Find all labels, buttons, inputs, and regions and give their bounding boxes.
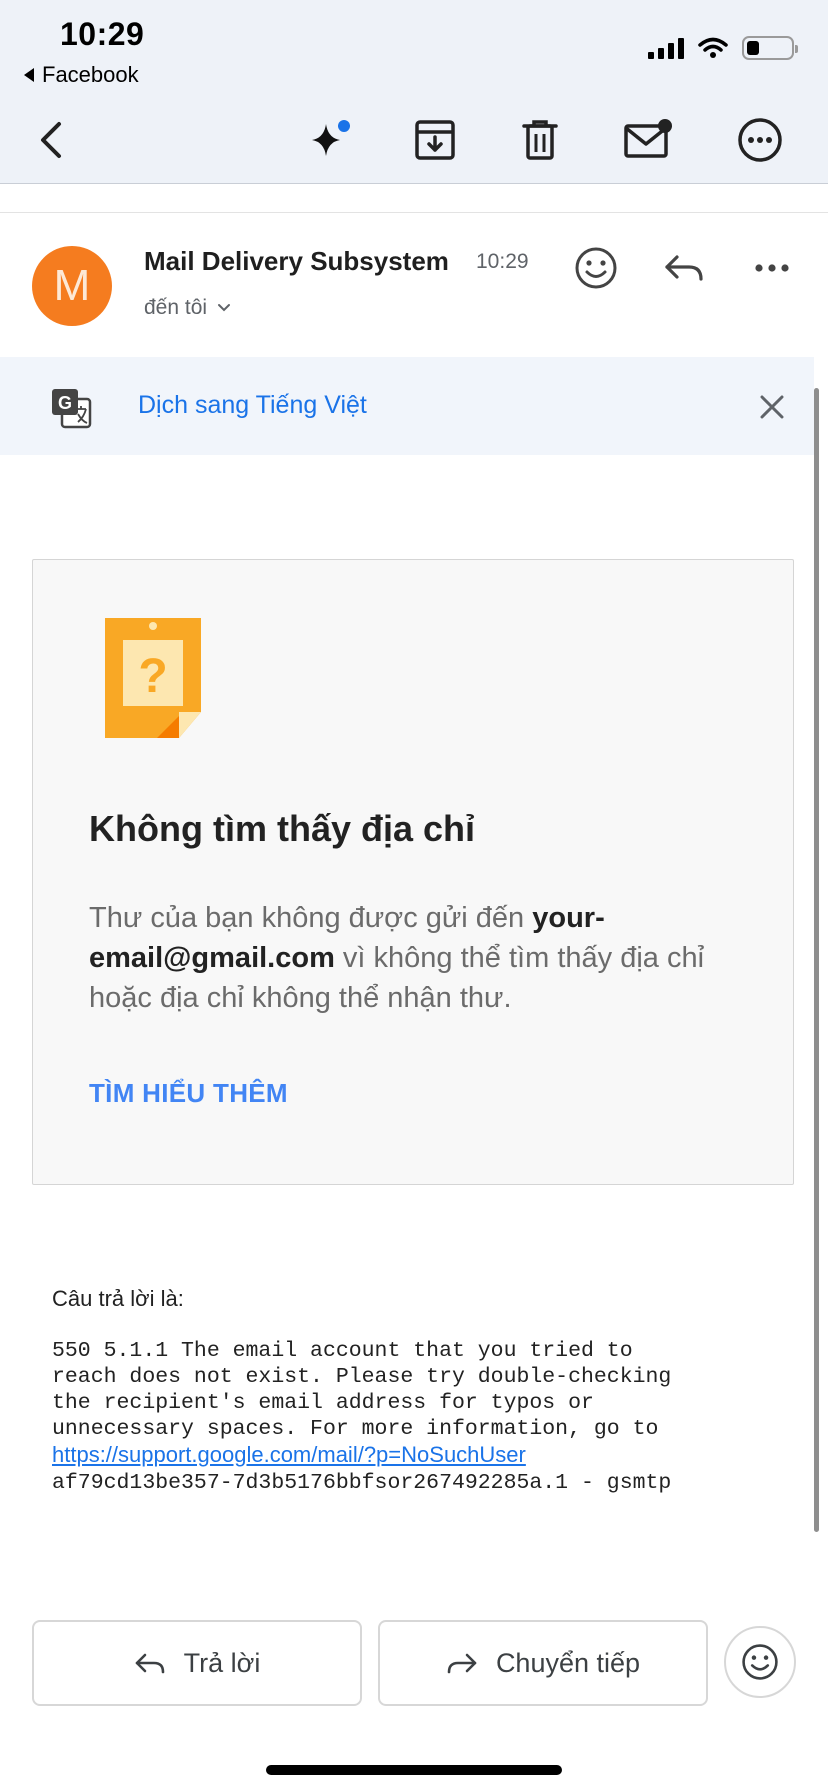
wifi-icon bbox=[698, 37, 728, 58]
sparkle-icon bbox=[312, 120, 350, 156]
message-time: 10:29 bbox=[476, 250, 529, 273]
recipient-details-toggle[interactable]: đến tôi bbox=[144, 296, 231, 320]
reply-icon bbox=[665, 255, 703, 281]
card-title: Không tìm thấy địa chỉ bbox=[89, 808, 476, 849]
forward-icon bbox=[447, 1653, 477, 1674]
more-horizontal-icon bbox=[755, 264, 789, 272]
sender-avatar[interactable]: M bbox=[32, 246, 112, 326]
battery-icon bbox=[742, 36, 798, 60]
message-more-button[interactable] bbox=[744, 240, 800, 296]
top-bar: 10:29 Facebook bbox=[0, 0, 828, 184]
back-chevron-icon bbox=[41, 122, 61, 158]
back-button[interactable] bbox=[22, 110, 82, 170]
mark-unread-button[interactable] bbox=[618, 110, 678, 170]
forward-label: Chuyển tiếp bbox=[495, 1647, 641, 1678]
trash-icon bbox=[522, 120, 558, 160]
svg-text:G: G bbox=[58, 393, 72, 413]
chevron-down-icon bbox=[218, 304, 231, 312]
close-icon bbox=[760, 395, 784, 419]
home-indicator[interactable] bbox=[266, 1765, 562, 1775]
reply-icon bbox=[135, 1653, 164, 1674]
learn-more-link[interactable]: TÌM HIỂU THÊM bbox=[89, 1078, 288, 1109]
translate-icon: G bbox=[50, 387, 92, 434]
card-body: Thư của bạn không được gửi đến your-emai… bbox=[89, 898, 749, 1018]
sender-name: Mail Delivery Subsystem bbox=[144, 246, 449, 276]
status-time: 10:29 bbox=[60, 16, 145, 52]
response-line: 550 5.1.1 The email account that you tri… bbox=[52, 1339, 633, 1363]
scrollbar[interactable] bbox=[814, 388, 819, 1532]
archive-button[interactable] bbox=[405, 110, 465, 170]
response-line: the recipient's email address for typos … bbox=[52, 1391, 594, 1415]
divider bbox=[0, 212, 828, 213]
smiley-icon bbox=[575, 247, 617, 289]
email-toolbar bbox=[0, 100, 828, 180]
response-line: unnecessary spaces. For more information… bbox=[52, 1417, 659, 1441]
reply-label: Trả lời bbox=[183, 1647, 261, 1678]
emoji-reaction-button[interactable] bbox=[724, 1626, 796, 1698]
translate-bar: G Dịch sang Tiếng Việt bbox=[0, 357, 814, 455]
translate-close-button[interactable] bbox=[750, 385, 794, 429]
status-indicators bbox=[648, 36, 798, 60]
more-options-button[interactable] bbox=[730, 110, 790, 170]
bounce-card: ? Không tìm thấy địa chỉ Thư của bạn khô… bbox=[32, 559, 794, 1185]
mark-unread-icon bbox=[624, 119, 672, 158]
cellular-signal-icon bbox=[648, 37, 684, 59]
archive-icon bbox=[415, 120, 455, 160]
forward-button[interactable]: Chuyển tiếp bbox=[378, 1620, 708, 1706]
response-label: Câu trả lời là: bbox=[52, 1286, 184, 1311]
more-icon bbox=[738, 118, 782, 162]
reply-button[interactable]: Trả lời bbox=[32, 1620, 362, 1706]
reply-icon-button[interactable] bbox=[656, 240, 712, 296]
svg-text:?: ? bbox=[138, 650, 167, 703]
question-document-icon: ? bbox=[105, 618, 205, 747]
response-trailer: af79cd13be357-7d3b5176bbfsor267492285a.1… bbox=[52, 1471, 672, 1495]
response-line: reach does not exist. Please try double-… bbox=[52, 1365, 672, 1389]
back-app-label: Facebook bbox=[42, 62, 139, 87]
response-text: 550 5.1.1 The email account that you tri… bbox=[52, 1338, 772, 1496]
recipient-label: đến tôi bbox=[144, 296, 208, 319]
body-prefix: Thư của bạn không được gửi đến bbox=[89, 902, 533, 934]
support-link[interactable]: https://support.google.com/mail/?p=NoSuc… bbox=[52, 1442, 526, 1467]
gemini-button[interactable] bbox=[300, 110, 360, 170]
translate-link[interactable]: Dịch sang Tiếng Việt bbox=[138, 391, 367, 420]
react-emoji-button[interactable] bbox=[568, 240, 624, 296]
back-to-app-link[interactable]: Facebook bbox=[24, 62, 139, 88]
smiley-icon bbox=[742, 1644, 778, 1680]
delete-button[interactable] bbox=[510, 110, 570, 170]
back-triangle-icon bbox=[24, 68, 34, 82]
